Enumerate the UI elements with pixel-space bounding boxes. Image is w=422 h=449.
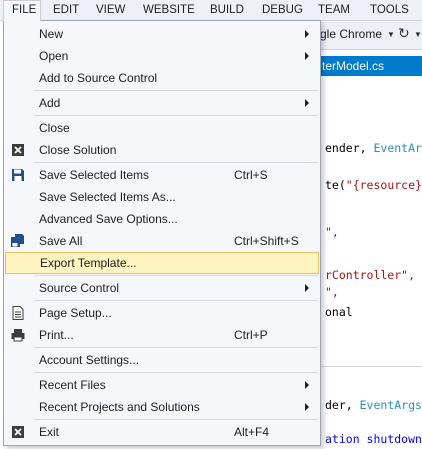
menu-item-open[interactable]: Open: [5, 45, 319, 67]
chevron-down-icon[interactable]: ▼: [414, 30, 422, 39]
menu-edit[interactable]: EDIT: [53, 0, 79, 21]
menu-item-label: Close Solution: [39, 143, 117, 157]
code-editor[interactable]: [320, 76, 422, 449]
code-line: ",: [325, 225, 339, 239]
menu-item-advanced-save-options[interactable]: Advanced Save Options...: [5, 208, 319, 230]
code-line: onal: [325, 305, 353, 319]
document-tab[interactable]: terModel.cs: [320, 56, 422, 76]
refresh-icon[interactable]: ↻: [398, 25, 410, 42]
menu-build[interactable]: BUILD: [210, 0, 244, 21]
menu-bar: FILE EDIT VIEW WEBSITE BUILD DEBUG TEAM …: [0, 0, 422, 21]
menu-view[interactable]: VIEW: [96, 0, 125, 21]
menu-item-export-template[interactable]: Export Template...: [5, 252, 319, 274]
code-token: ender,: [325, 141, 374, 155]
menu-separator: [34, 372, 318, 373]
file-menu-dropdown: New Open Add to Source Control Add Close…: [3, 20, 321, 446]
menu-item-label: Recent Projects and Solutions: [39, 400, 200, 414]
menu-item-shortcut: Ctrl+S: [234, 168, 268, 182]
menu-item-close[interactable]: Close: [5, 117, 319, 139]
menu-item-label: Exit: [39, 425, 60, 439]
submenu-arrow-icon: [305, 381, 309, 389]
menu-item-label: Recent Files: [39, 378, 106, 392]
menu-item-label: Save Selected Items As...: [39, 190, 176, 204]
submenu-arrow-icon: [305, 99, 309, 107]
close-solution-icon: [12, 144, 24, 156]
menu-website[interactable]: WEBSITE: [143, 0, 195, 21]
menu-separator: [34, 419, 318, 420]
code-token: ",: [325, 225, 339, 239]
menu-item-add[interactable]: Add: [5, 92, 319, 114]
menu-tools[interactable]: TOOLS: [370, 0, 409, 21]
menu-team[interactable]: TEAM: [318, 0, 350, 21]
code-line: ation shutdown: [325, 432, 422, 446]
menu-item-shortcut: Alt+F4: [234, 425, 270, 439]
code-token: EventArgs: [373, 141, 422, 155]
exit-icon: [12, 426, 24, 438]
menu-separator: [34, 115, 318, 116]
menu-item-label: Open: [39, 49, 69, 63]
printer-icon: [11, 329, 25, 342]
menu-item-close-solution[interactable]: Close Solution: [5, 139, 319, 161]
menu-item-label: Advanced Save Options...: [39, 212, 178, 226]
menu-item-source-control[interactable]: Source Control: [5, 277, 319, 299]
submenu-arrow-icon: [305, 284, 309, 292]
code-token: ",: [325, 285, 339, 299]
menu-separator: [34, 90, 318, 91]
submenu-arrow-icon: [305, 403, 309, 411]
menu-item-page-setup[interactable]: Page Setup...: [5, 302, 319, 324]
code-token: ation shutdown: [325, 432, 422, 446]
menu-separator: [34, 275, 318, 276]
menu-separator: [34, 162, 318, 163]
menu-item-label: Account Settings...: [39, 353, 140, 367]
menu-item-save-selected-items[interactable]: Save Selected Items Ctrl+S: [5, 164, 319, 186]
code-line: ender, EventArgs: [325, 141, 422, 155]
menu-item-new[interactable]: New: [5, 23, 319, 45]
code-token: rController",: [325, 268, 416, 282]
menu-item-label: Source Control: [39, 281, 120, 295]
menu-separator: [34, 300, 318, 301]
code-line: ",: [325, 285, 339, 299]
menu-item-save-selected-items-as[interactable]: Save Selected Items As...: [5, 186, 319, 208]
menu-item-label: Close: [39, 121, 70, 135]
submenu-arrow-icon: [305, 30, 309, 38]
menu-item-shortcut: Ctrl+P: [234, 328, 268, 342]
menu-item-label: Save Selected Items: [39, 168, 150, 182]
submenu-arrow-icon: [305, 52, 309, 60]
chevron-down-icon[interactable]: ▼: [387, 30, 395, 39]
editor-divider: [320, 366, 422, 367]
menu-item-add-to-source-control[interactable]: Add to Source Control: [5, 67, 319, 89]
menu-item-label: Save All: [39, 234, 83, 248]
menu-item-label: Export Template...: [40, 256, 137, 270]
menu-item-label: Print...: [39, 328, 74, 342]
menu-item-label: Add to Source Control: [39, 71, 158, 85]
code-token: EventArgs: [359, 398, 422, 412]
code-token: der,: [325, 398, 360, 412]
menu-item-label: New: [39, 27, 64, 41]
code-token: te(: [325, 178, 346, 192]
page-setup-icon: [12, 306, 24, 320]
floppy-disk-icon: [12, 169, 24, 181]
menu-item-exit[interactable]: Exit Alt+F4: [5, 421, 319, 443]
menu-item-label: Page Setup...: [39, 306, 112, 320]
menu-item-recent-files[interactable]: Recent Files: [5, 374, 319, 396]
menu-debug[interactable]: DEBUG: [262, 0, 303, 21]
browser-target-dropdown[interactable]: gle Chrome: [320, 27, 382, 41]
menu-file[interactable]: FILE: [3, 0, 41, 21]
code-token: onal: [325, 305, 353, 319]
menu-item-print[interactable]: Print... Ctrl+P: [5, 324, 319, 346]
code-line: te("{resource}.a: [325, 178, 422, 192]
menu-item-save-all[interactable]: Save All Ctrl+Shift+S: [5, 230, 319, 252]
menu-item-account-settings[interactable]: Account Settings...: [5, 349, 319, 371]
menu-item-shortcut: Ctrl+Shift+S: [234, 234, 299, 248]
save-all-icon: [11, 234, 24, 247]
code-line: rController",: [325, 268, 415, 282]
code-line: der, EventArgs e: [325, 398, 422, 412]
code-token: "{resource}.a: [345, 178, 422, 192]
menu-item-recent-projects-and-solutions[interactable]: Recent Projects and Solutions: [5, 396, 319, 418]
menu-item-label: Add: [39, 96, 61, 110]
menu-separator: [34, 347, 318, 348]
